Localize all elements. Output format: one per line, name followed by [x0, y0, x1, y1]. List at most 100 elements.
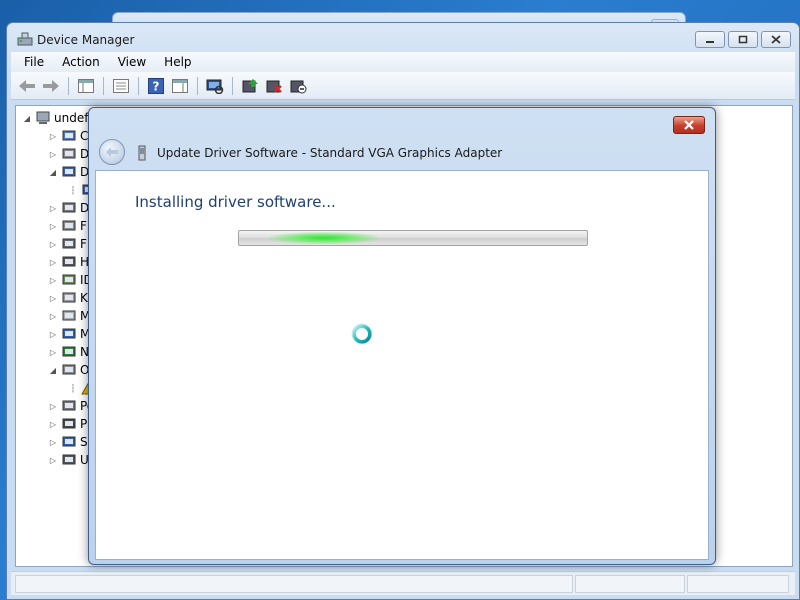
- tree-item[interactable]: ▷ Ur: [48, 451, 94, 469]
- restore-icon: [738, 35, 748, 44]
- forward-button[interactable]: [41, 76, 61, 96]
- scan-hardware-icon: [206, 79, 224, 94]
- tree-item[interactable]: ◢ Di: [48, 163, 93, 181]
- expand-icon[interactable]: ▷: [48, 204, 58, 213]
- computer-root-icon: [36, 111, 50, 124]
- show-hide-console-tree-button[interactable]: [76, 76, 96, 96]
- show-action-pane-icon: [172, 78, 188, 93]
- tree-line: ┆: [70, 383, 76, 393]
- expand-icon[interactable]: ▷: [48, 132, 58, 141]
- status-cell-main: [15, 575, 573, 593]
- tree-item[interactable]: ▷ Fl: [48, 217, 90, 235]
- help-icon: ?: [148, 77, 164, 94]
- progress-marquee-glow: [269, 232, 379, 244]
- dialog-back-button[interactable]: [99, 139, 125, 165]
- svg-text:?: ?: [153, 79, 160, 93]
- ide-controller-icon: [62, 274, 76, 285]
- disable-device-button[interactable]: [288, 76, 308, 96]
- expand-icon[interactable]: ▷: [48, 348, 58, 357]
- update-driver-icon: [242, 78, 258, 92]
- back-arrow-icon: [106, 147, 118, 157]
- toolbar-separator: [232, 76, 233, 95]
- system-devices-icon: [62, 436, 76, 447]
- expand-icon[interactable]: ▷: [48, 438, 58, 447]
- disk-drives-icon: [62, 148, 76, 159]
- device-manager-icon: [17, 32, 33, 46]
- hid-icon: [62, 256, 76, 267]
- expand-icon[interactable]: ▷: [48, 276, 58, 285]
- expand-icon[interactable]: ▷: [48, 258, 58, 267]
- tree-item[interactable]: ▷ M: [48, 325, 90, 343]
- installing-heading: Installing driver software...: [135, 193, 336, 211]
- dialog-title: Update Driver Software - Standard VGA Gr…: [157, 146, 503, 160]
- usb-controller-icon: [62, 454, 76, 465]
- busy-spinner-icon: [351, 323, 373, 345]
- disable-device-icon: [290, 80, 307, 93]
- expand-icon[interactable]: ▷: [48, 456, 58, 465]
- mouse-icon: [62, 310, 76, 321]
- restore-button[interactable]: [728, 31, 758, 48]
- expand-icon[interactable]: ▷: [48, 222, 58, 231]
- menu-bar: File Action View Help: [11, 52, 795, 72]
- forward-arrow-icon: [43, 79, 59, 92]
- properties-button[interactable]: [111, 76, 131, 96]
- computer-icon: [62, 130, 76, 141]
- processor-icon: [62, 418, 76, 429]
- status-cell-3: [687, 575, 789, 593]
- expand-icon[interactable]: ▷: [48, 150, 58, 159]
- device-manager-titlebar[interactable]: Device Manager: [7, 23, 799, 53]
- status-bar: [11, 571, 795, 595]
- help-button[interactable]: ?: [146, 76, 166, 96]
- tree-root-label: undef: [54, 111, 89, 125]
- display-adapter-device-icon: [138, 145, 146, 161]
- tree-root[interactable]: ◢ undef: [22, 109, 89, 127]
- expand-icon[interactable]: ▷: [48, 402, 58, 411]
- tree-line: ┆: [70, 185, 76, 195]
- display-adapters-icon: [62, 166, 76, 177]
- menu-help[interactable]: Help: [155, 52, 200, 72]
- floppy-controller-icon: [62, 238, 76, 249]
- back-button[interactable]: [17, 76, 37, 96]
- collapse-icon[interactable]: ◢: [48, 366, 58, 375]
- scan-hardware-button[interactable]: [205, 76, 225, 96]
- menu-action[interactable]: Action: [53, 52, 109, 72]
- dialog-content: Installing driver software...: [95, 170, 709, 560]
- close-icon: [771, 35, 781, 44]
- expand-icon[interactable]: ▷: [48, 294, 58, 303]
- minimize-icon: [706, 40, 714, 43]
- close-icon: [684, 120, 694, 130]
- minimize-button[interactable]: [695, 31, 725, 48]
- tree-item[interactable]: ▷ Pr: [48, 415, 92, 433]
- uninstall-device-button[interactable]: [264, 76, 284, 96]
- update-driver-button[interactable]: [240, 76, 260, 96]
- collapse-icon[interactable]: ◢: [22, 114, 32, 123]
- expand-icon[interactable]: ▷: [48, 420, 58, 429]
- tree-item[interactable]: ▷ Fl: [48, 235, 90, 253]
- floppy-icon: [62, 220, 76, 231]
- show-action-pane-button[interactable]: [170, 76, 190, 96]
- close-button[interactable]: [761, 31, 791, 48]
- show-hide-console-tree-icon: [78, 78, 94, 93]
- update-driver-dialog: Update Driver Software - Standard VGA Gr…: [88, 107, 716, 565]
- expand-icon[interactable]: ▷: [48, 330, 58, 339]
- menu-view[interactable]: View: [109, 52, 155, 72]
- dvd-drive-icon: [62, 202, 76, 213]
- collapse-icon[interactable]: ◢: [48, 168, 58, 177]
- keyboard-icon: [62, 292, 76, 303]
- tree-item[interactable]: ▷ ID: [48, 271, 93, 289]
- toolbar-separator: [68, 76, 69, 95]
- expand-icon[interactable]: ▷: [48, 312, 58, 321]
- dialog-close-button[interactable]: [673, 116, 705, 134]
- toolbar-separator: [103, 76, 104, 95]
- tree-item[interactable]: ▷ M: [48, 307, 90, 325]
- toolbar-separator: [138, 76, 139, 95]
- toolbar: ?: [11, 72, 795, 100]
- back-arrow-icon: [19, 79, 35, 92]
- other-devices-icon: [62, 364, 76, 375]
- tree-item[interactable]: ▷ Di: [48, 145, 93, 163]
- ports-icon: [62, 400, 76, 411]
- toolbar-separator: [197, 76, 198, 95]
- expand-icon[interactable]: ▷: [48, 240, 58, 249]
- menu-file[interactable]: File: [15, 52, 53, 72]
- uninstall-device-icon: [266, 80, 282, 93]
